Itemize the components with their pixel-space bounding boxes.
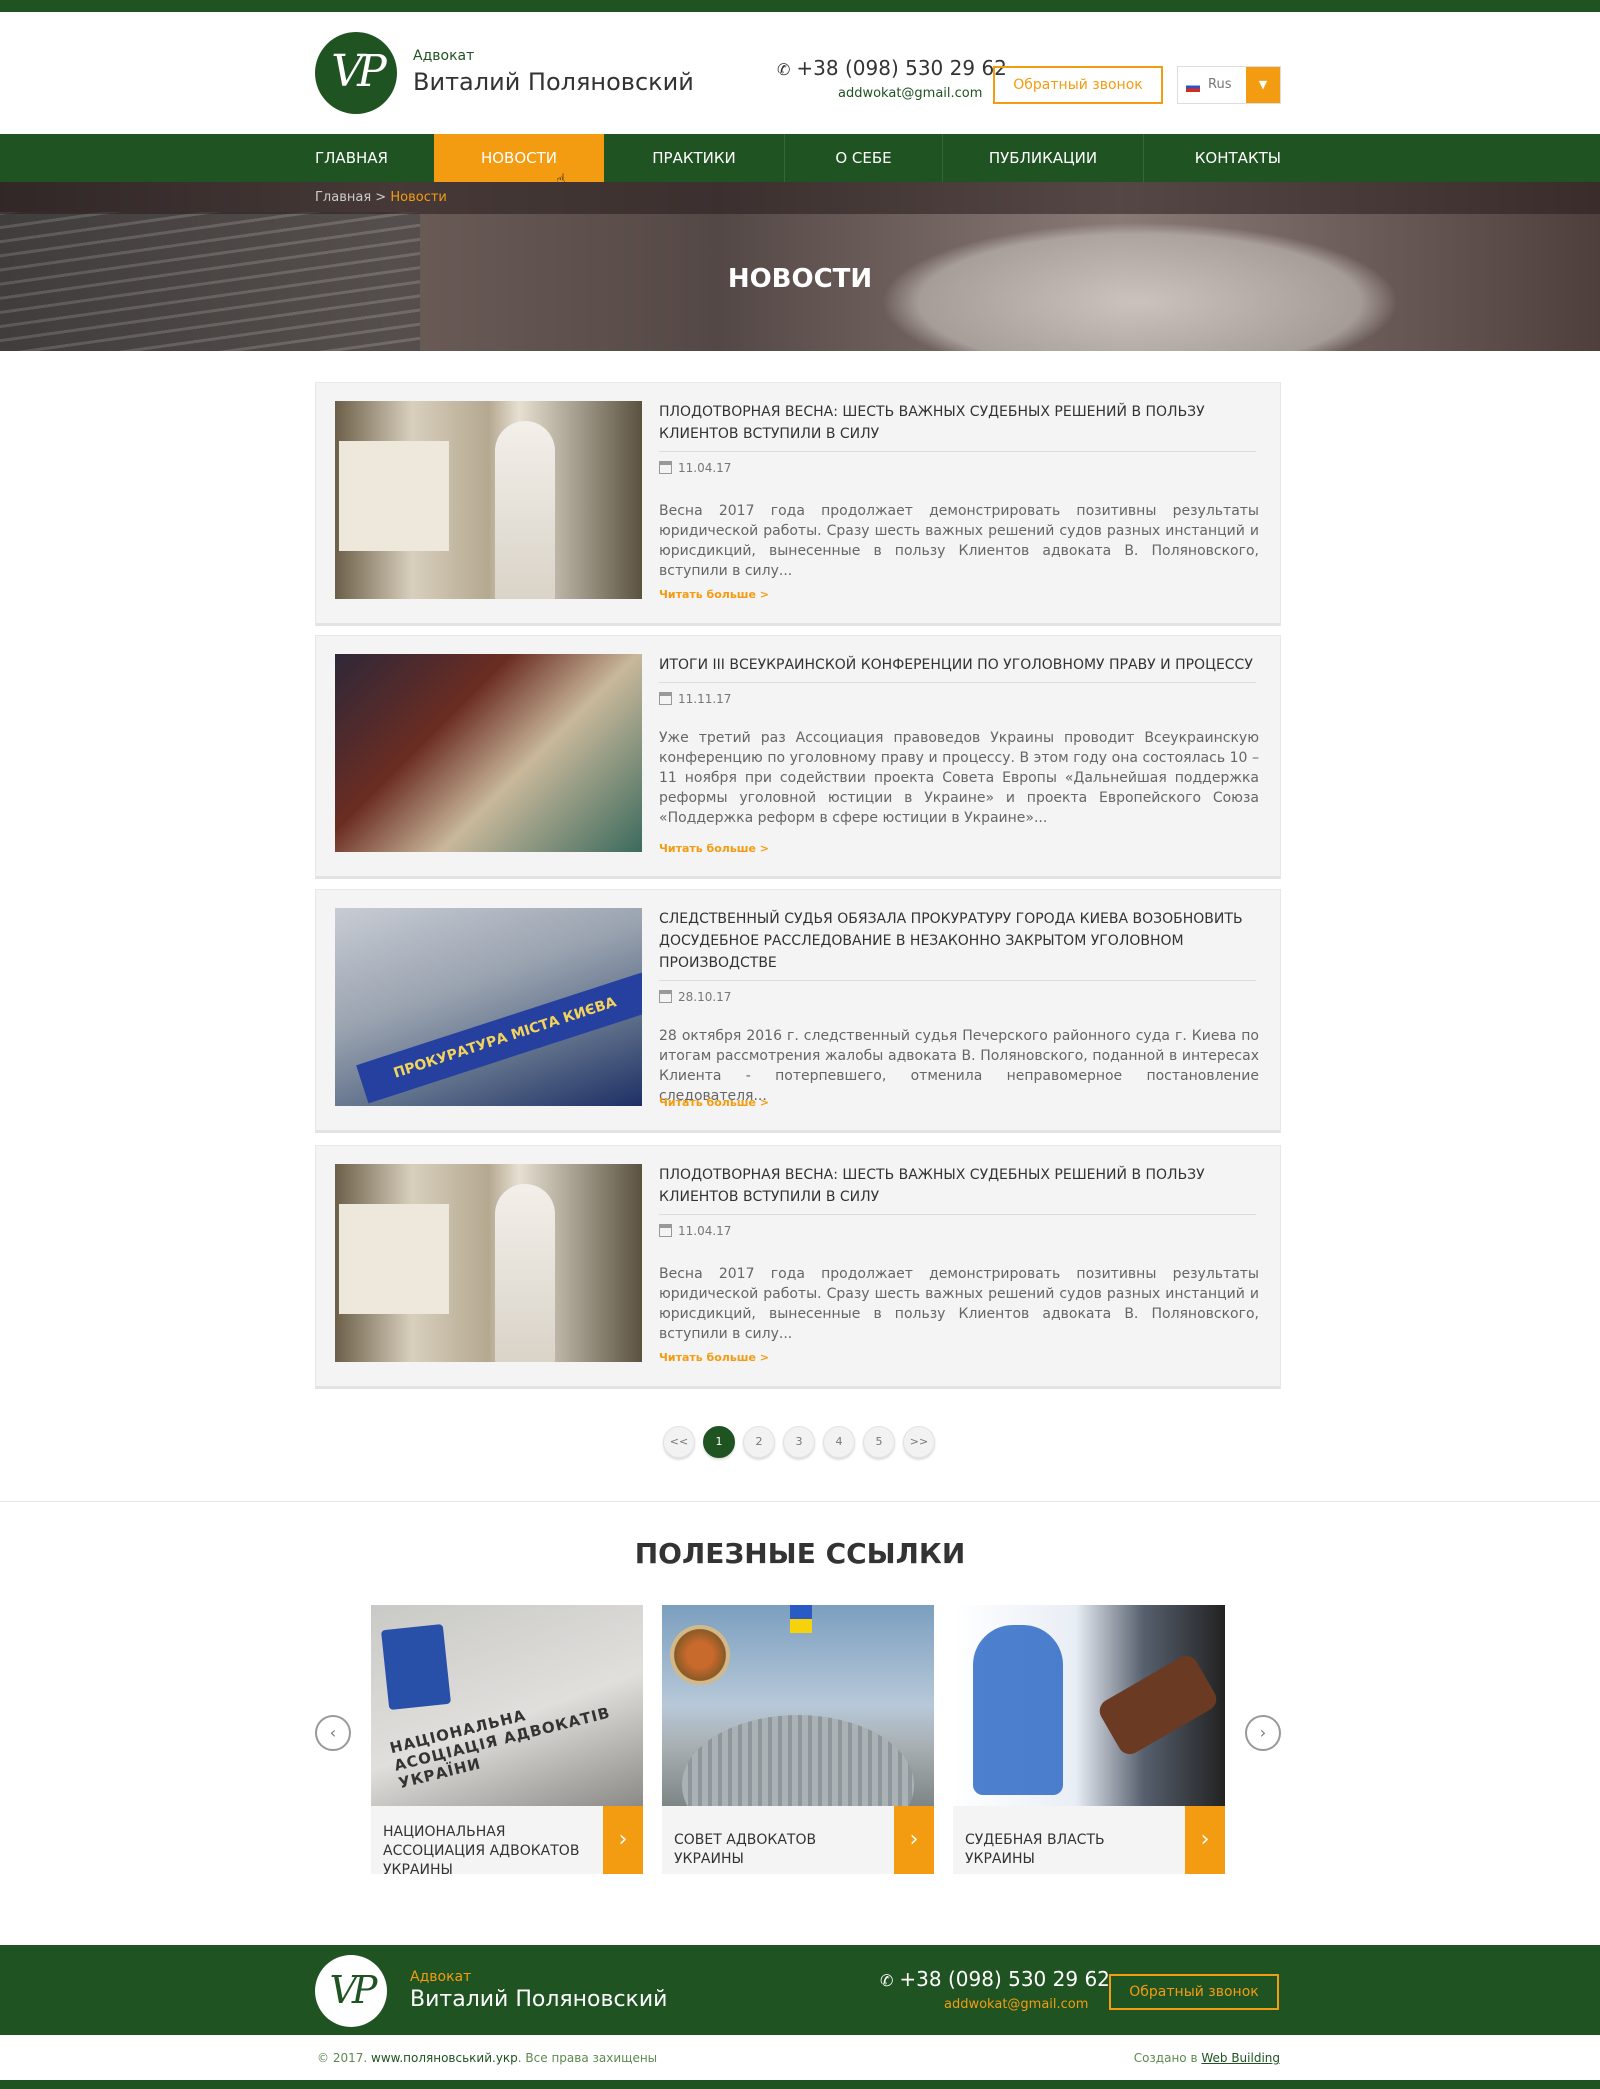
useful-links-title: ПОЛЕЗНЫЕ ССЫЛКИ xyxy=(634,1537,966,1570)
breadcrumb-home[interactable]: Главная xyxy=(315,190,371,205)
nav-item-practices[interactable]: ПРАКТИКИ xyxy=(604,134,784,182)
pagination-next[interactable]: >> xyxy=(903,1426,935,1458)
news-item: ИТОГИ III ВСЕУКРАИНСКОЙ КОНФЕРЕНЦИИ ПО У… xyxy=(315,635,1281,879)
brand-subtitle: Адвокат xyxy=(413,48,475,64)
news-image[interactable] xyxy=(335,654,642,852)
made-by: Создано в Web Building xyxy=(1133,2051,1280,2065)
news-title[interactable]: ИТОГИ III ВСЕУКРАИНСКОЙ КОНФЕРЕНЦИИ ПО У… xyxy=(659,654,1259,676)
read-more-link[interactable]: Читать больше > xyxy=(659,1096,769,1109)
card-image: НАЦІОНАЛЬНА АСОЦІАЦІЯ АДВОКАТІВ УКРАЇНИ xyxy=(371,1605,643,1806)
pagination-prev[interactable]: << xyxy=(663,1426,695,1458)
card-image xyxy=(662,1605,934,1806)
news-item: ПЛОДОТВОРНАЯ ВЕСНА: ШЕСТЬ ВАЖНЫХ СУДЕБНЫ… xyxy=(315,382,1281,626)
phone-number[interactable]: +38 (098) 530 29 62 xyxy=(796,56,1007,80)
pagination-page[interactable]: 1 xyxy=(703,1426,735,1458)
footer-brand-name: Виталий Поляновский xyxy=(410,1987,668,2012)
carousel-next-button[interactable]: › xyxy=(1245,1715,1281,1751)
flag-ru-icon xyxy=(1186,82,1200,92)
callback-button[interactable]: Обратный звонок xyxy=(993,66,1163,104)
footer-logo[interactable]: VP xyxy=(315,1955,387,2027)
site-header: VP Адвокат Виталий Поляновский ✆ +38 (098… xyxy=(0,12,1600,134)
header-email[interactable]: addwokat@gmail.com xyxy=(838,86,982,101)
news-item: ПРОКУРАТУРА МІСТА КИЄВА СЛЕДСТВЕННЫЙ СУД… xyxy=(315,889,1281,1133)
footer-callback-button[interactable]: Обратный звонок xyxy=(1109,1974,1279,2010)
useful-link-card[interactable]: СУДЕБНАЯ ВЛАСТЬ УКРАИНЫ › xyxy=(953,1605,1225,1874)
read-more-link[interactable]: Читать больше > xyxy=(659,842,769,855)
news-date: 28.10.17 xyxy=(659,990,731,1004)
page-title: НОВОСТИ xyxy=(727,264,873,294)
breadcrumb-separator: > xyxy=(375,190,387,205)
top-accent-bar xyxy=(0,0,1600,12)
read-more-link[interactable]: Читать больше > xyxy=(659,588,769,601)
nav-item-publications[interactable]: ПУБЛИКАЦИИ xyxy=(943,134,1143,182)
card-label: НАЦИОНАЛЬНАЯ АССОЦИАЦИЯ АДВОКАТОВ УКРАИН… xyxy=(383,1824,580,1878)
carousel-prev-button[interactable]: ‹ xyxy=(315,1715,351,1751)
bottom-accent-bar xyxy=(0,2080,1600,2089)
news-excerpt: 28 октября 2016 г. следственный судья Пе… xyxy=(659,1028,1259,1104)
chevron-right-icon[interactable]: › xyxy=(603,1806,643,1874)
header-phone[interactable]: ✆ +38 (098) 530 29 62 xyxy=(777,56,1007,80)
chevron-right-icon[interactable]: › xyxy=(894,1806,934,1874)
breadcrumb-bar: Главная > Новости xyxy=(0,182,1600,214)
news-title[interactable]: СЛЕДСТВЕННЫЙ СУДЬЯ ОБЯЗАЛА ПРОКУРАТУРУ Г… xyxy=(659,908,1259,974)
news-image[interactable] xyxy=(335,401,642,599)
phone-icon: ✆ xyxy=(880,1971,894,1990)
breadcrumb: Главная > Новости xyxy=(315,190,447,205)
news-image[interactable]: ПРОКУРАТУРА МІСТА КИЄВА xyxy=(335,908,642,1106)
card-label: СУДЕБНАЯ ВЛАСТЬ УКРАИНЫ xyxy=(965,1832,1105,1867)
breadcrumb-current: Новости xyxy=(390,190,447,205)
chevron-right-icon[interactable]: › xyxy=(1185,1806,1225,1874)
news-title[interactable]: ПЛОДОТВОРНАЯ ВЕСНА: ШЕСТЬ ВАЖНЫХ СУДЕБНЫ… xyxy=(659,401,1259,445)
news-date: 11.11.17 xyxy=(659,692,731,706)
footer-phone[interactable]: ✆ +38 (098) 530 29 62 xyxy=(880,1967,1110,1991)
news-date: 11.04.17 xyxy=(659,461,731,475)
news-image[interactable] xyxy=(335,1164,642,1362)
news-title[interactable]: ПЛОДОТВОРНАЯ ВЕСНА: ШЕСТЬ ВАЖНЫХ СУДЕБНЫ… xyxy=(659,1164,1259,1208)
news-excerpt: Весна 2017 года продолжает демонстрирова… xyxy=(659,1266,1259,1342)
nav-item-contacts[interactable]: КОНТАКТЫ xyxy=(1144,134,1281,182)
useful-link-card[interactable]: СОВЕТ АДВОКАТОВ УКРАИНЫ › xyxy=(662,1605,934,1874)
card-image xyxy=(953,1605,1225,1806)
news-excerpt: Весна 2017 года продолжает демонстрирова… xyxy=(659,503,1259,579)
site-footer: VP Адвокат Виталий Поляновский ✆ +38 (098… xyxy=(0,1945,1600,2035)
page-hero: Главная > Новости НОВОСТИ xyxy=(0,182,1600,351)
section-divider xyxy=(0,1501,1600,1502)
calendar-icon xyxy=(659,990,672,1003)
site-link[interactable]: www.поляновський.укр xyxy=(371,2051,518,2065)
calendar-icon xyxy=(659,1224,672,1237)
calendar-icon xyxy=(659,692,672,705)
nav-item-about[interactable]: О СЕБЕ xyxy=(785,134,942,182)
card-label: СОВЕТ АДВОКАТОВ УКРАИНЫ xyxy=(674,1832,817,1867)
footer-brand-subtitle: Адвокат xyxy=(410,1969,472,1985)
news-date: 11.04.17 xyxy=(659,1224,731,1238)
pagination-page[interactable]: 4 xyxy=(823,1426,855,1458)
chevron-left-icon: ‹ xyxy=(329,1723,337,1742)
calendar-icon xyxy=(659,461,672,474)
made-by-link[interactable]: Web Building xyxy=(1201,2051,1280,2065)
brand-name[interactable]: Виталий Поляновский xyxy=(413,68,694,96)
language-select[interactable]: Rus ▼ xyxy=(1177,66,1281,104)
copyright: © 2017. www.поляновський.укр. Все права … xyxy=(317,2051,658,2065)
news-item: ПЛОДОТВОРНАЯ ВЕСНА: ШЕСТЬ ВАЖНЫХ СУДЕБНЫ… xyxy=(315,1145,1281,1389)
pagination-page[interactable]: 5 xyxy=(863,1426,895,1458)
language-value: Rus xyxy=(1208,77,1232,92)
read-more-link[interactable]: Читать больше > xyxy=(659,1351,769,1364)
useful-link-card[interactable]: НАЦІОНАЛЬНА АСОЦІАЦІЯ АДВОКАТІВ УКРАЇНИ … xyxy=(371,1605,643,1878)
footer-email[interactable]: addwokat@gmail.com xyxy=(944,1997,1088,2012)
logo[interactable]: VP xyxy=(315,32,397,114)
pagination-page[interactable]: 3 xyxy=(783,1426,815,1458)
nav-item-home[interactable]: ГЛАВНАЯ xyxy=(315,134,435,182)
nav-item-news[interactable]: НОВОСТИ xyxy=(434,134,604,182)
chevron-right-icon: › xyxy=(1259,1723,1267,1742)
phone-icon: ✆ xyxy=(777,60,791,79)
image-sign-text: ПРОКУРАТУРА МІСТА КИЄВА xyxy=(356,972,642,1104)
news-excerpt: Уже третий раз Ассоциация правоведов Укр… xyxy=(659,730,1259,826)
main-nav: ГЛАВНАЯ НОВОСТИ ПРАКТИКИ О СЕБЕ ПУБЛИКАЦ… xyxy=(0,134,1600,182)
dropdown-arrow-icon[interactable]: ▼ xyxy=(1246,67,1280,103)
pagination-page[interactable]: 2 xyxy=(743,1426,775,1458)
